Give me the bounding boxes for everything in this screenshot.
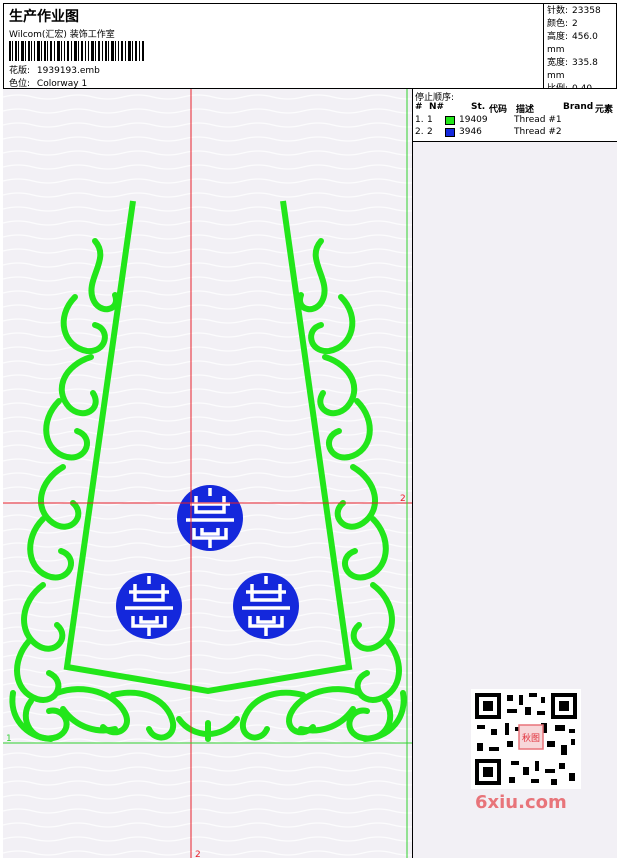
stamp-text: 秋图 bbox=[522, 732, 540, 744]
design-line: 花版: 1939193.emb bbox=[9, 63, 100, 76]
col-brand: Brand bbox=[563, 102, 594, 112]
thread1-swatch bbox=[445, 116, 455, 125]
qr-code-watermark: 秋图 bbox=[471, 689, 581, 789]
legend-row: 1. 1 19409 Thread #1 bbox=[415, 115, 562, 125]
design-canvas: 2 2 1 bbox=[3, 89, 413, 858]
blue-medallion-right bbox=[233, 573, 299, 639]
design-label: 花版: bbox=[9, 66, 31, 76]
design-value: 1939193.emb bbox=[36, 66, 100, 76]
stat-colors: 颜色: 2 bbox=[547, 19, 578, 29]
header: 生产作业图 Wilcom(汇宏) 装饰工作室 花版: 1939193.emb 色… bbox=[3, 3, 617, 94]
blue-medallion-top bbox=[177, 485, 243, 551]
embroidery-preview: 2 2 1 bbox=[3, 89, 412, 858]
colorway-label: 色位: bbox=[9, 79, 31, 89]
stop-sequence-legend: 停止顺序: # N# St. 代码 描述 Brand 元素 1. 1 19409… bbox=[413, 89, 617, 142]
blue-medallion-left bbox=[116, 573, 182, 639]
company-name: Wilcom(汇宏) 装饰工作室 bbox=[9, 30, 115, 40]
col-hash: # bbox=[415, 102, 423, 112]
side-panel: 停止顺序: # N# St. 代码 描述 Brand 元素 1. 1 19409… bbox=[413, 89, 617, 858]
legend-row: 2. 2 3946 Thread #2 bbox=[415, 127, 562, 137]
site-watermark: 6xiu.com bbox=[475, 792, 567, 813]
thread2-swatch bbox=[445, 128, 455, 137]
stat-height: 高度: 456.0 mm bbox=[547, 32, 598, 55]
col-st: St. bbox=[471, 102, 486, 112]
colorway-line: 色位: Colorway 1 bbox=[9, 76, 87, 89]
stats-panel: 针数:23358 颜色:2 高度:456.0 mm 宽度:335.8 mm 比例… bbox=[543, 3, 617, 94]
page-title: 生产作业图 bbox=[9, 9, 79, 25]
stat-stitches: 针数: 23358 bbox=[547, 6, 601, 16]
guide-label-bottom: 2 bbox=[195, 850, 201, 858]
guide-label-left: 1 bbox=[6, 734, 12, 744]
qr-code-image: 秋图 bbox=[475, 693, 577, 785]
col-element: 元素 bbox=[595, 105, 614, 115]
barcode bbox=[9, 41, 144, 61]
colorway-value: Colorway 1 bbox=[36, 79, 88, 89]
col-n: N# bbox=[429, 102, 445, 112]
guide-label-right: 2 bbox=[400, 494, 406, 504]
col-code: 代码 bbox=[489, 105, 508, 115]
stat-width: 宽度: 335.8 mm bbox=[547, 58, 598, 81]
col-desc: 描述 bbox=[516, 105, 535, 115]
